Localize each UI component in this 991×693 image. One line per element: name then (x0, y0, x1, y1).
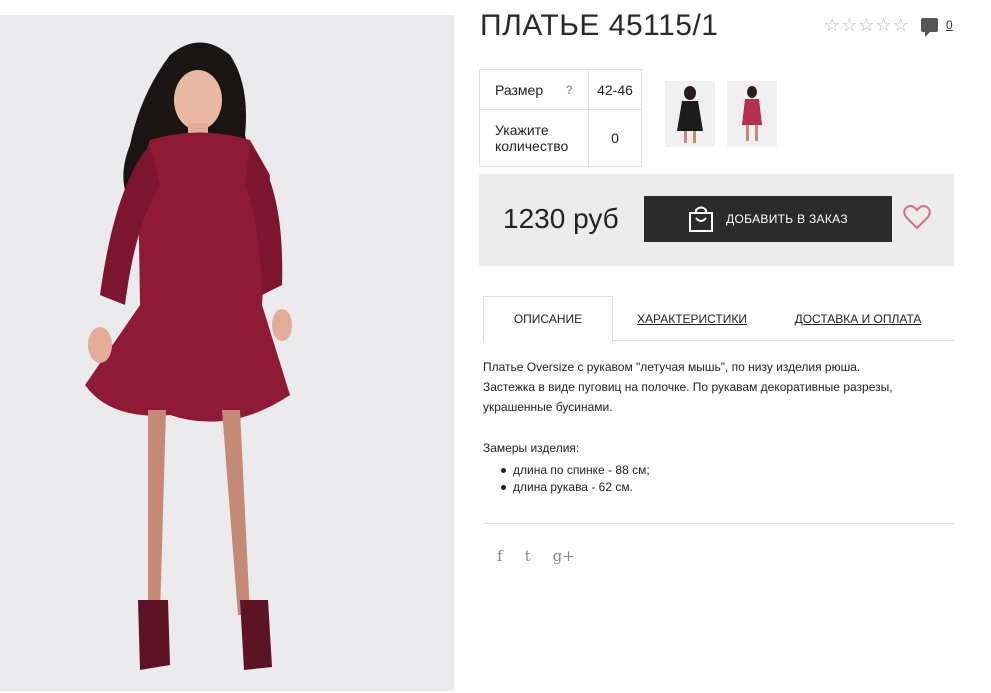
tab-characteristics[interactable]: ХАРАКТЕРИСТИКИ (633, 296, 751, 341)
heart-icon[interactable] (903, 204, 931, 230)
product-title: ПЛАТЬЕ 45115/1 (480, 9, 719, 42)
quantity-label-line1: Укажите (495, 122, 549, 138)
description-line: Застежка в виде пуговиц на полочке. По р… (483, 380, 893, 394)
divider (483, 523, 954, 524)
tab-characteristics-label: ХАРАКТЕРИСТИКИ (636, 311, 747, 326)
add-to-order-button[interactable]: ДОБАВИТЬ В ЗАКАЗ (644, 196, 892, 242)
size-value[interactable]: 42-46 (588, 69, 642, 110)
comments-link[interactable]: 0 (921, 18, 953, 37)
product-price: 1230 руб (503, 203, 619, 234)
rating-stars[interactable]: ☆ ☆ ☆ ☆ ☆ (824, 16, 909, 34)
shopping-bag-icon (689, 206, 714, 232)
size-label-cell: Размер ? (479, 69, 589, 110)
price-panel: 1230 руб ДОБАВИТЬ В ЗАКАЗ (479, 174, 954, 266)
measures-list: длина по спинке - 88 см; длина рукава - … (499, 462, 650, 496)
list-item: длина рукава - 62 см. (499, 479, 650, 496)
star-outline-icon[interactable]: ☆ (858, 16, 874, 34)
description-line: украшенные бусинами. (483, 400, 613, 414)
size-help-icon[interactable]: ? (566, 83, 573, 97)
tab-description[interactable]: ОПИСАНИЕ (483, 296, 613, 342)
product-tabs: ОПИСАНИЕ ХАРАКТЕРИСТИКИ ДОСТАВКА И ОПЛАТ… (483, 296, 954, 342)
tab-delivery-label: ДОСТАВКА И ОПЛАТА (794, 311, 922, 326)
size-label: Размер (495, 81, 544, 98)
thumbnail-black-dress[interactable] (665, 81, 715, 147)
social-share: f t g+ (497, 547, 575, 565)
quantity-input[interactable]: 0 (588, 109, 642, 167)
list-item: длина по спинке - 88 см; (499, 462, 650, 479)
star-outline-icon[interactable]: ☆ (893, 16, 909, 34)
description-text: Платье Oversize с рукавом "летучая мышь"… (483, 357, 953, 417)
measures-title: Замеры изделия: (483, 441, 580, 455)
tab-description-label: ОПИСАНИЕ (513, 312, 583, 326)
product-main-photo[interactable] (0, 15, 454, 691)
star-outline-icon[interactable]: ☆ (841, 16, 857, 34)
description-line: Платье Oversize с рукавом "летучая мышь"… (483, 360, 861, 374)
quantity-label: Укажите количество (479, 109, 589, 167)
twitter-icon[interactable]: t (525, 547, 531, 565)
thumbnail-red-dress[interactable] (727, 81, 777, 147)
add-to-order-label: ДОБАВИТЬ В ЗАКАЗ (726, 212, 848, 226)
speech-bubble-icon (921, 18, 938, 37)
star-outline-icon[interactable]: ☆ (824, 16, 840, 34)
quantity-label-line2: количество (495, 138, 569, 154)
star-outline-icon[interactable]: ☆ (875, 16, 891, 34)
facebook-icon[interactable]: f (497, 547, 503, 565)
options-table: Размер ? 42-46 Укажите количество 0 (479, 69, 642, 167)
tab-delivery[interactable]: ДОСТАВКА И ОПЛАТА (789, 296, 927, 341)
google-plus-icon[interactable]: g+ (553, 547, 575, 565)
comments-count[interactable]: 0 (946, 18, 953, 32)
